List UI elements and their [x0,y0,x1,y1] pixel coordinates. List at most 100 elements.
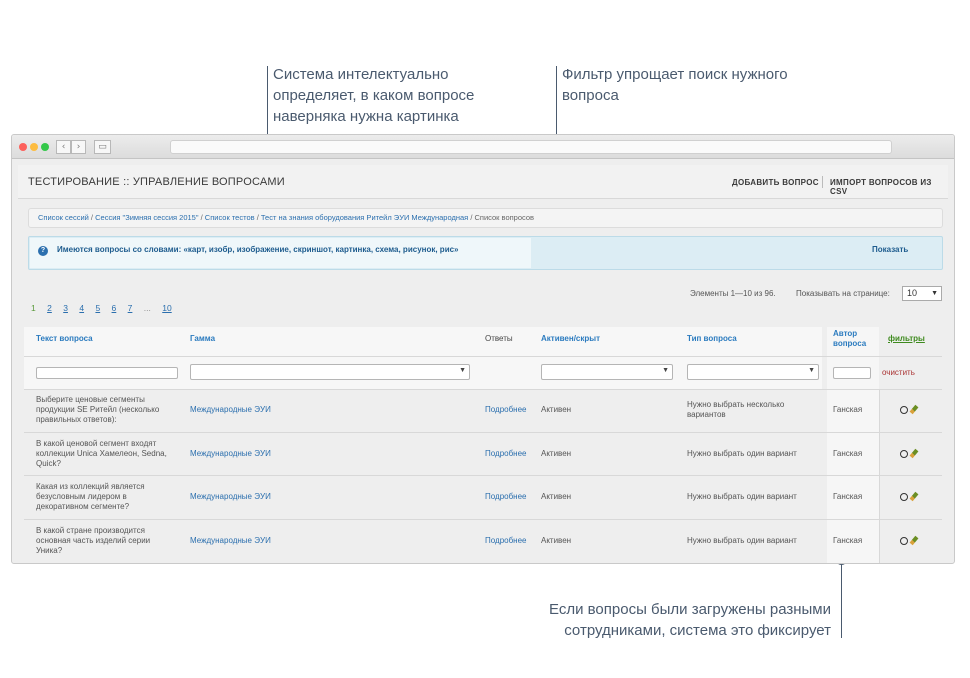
callout-smart-detection: Система интелектуально определяет, в как… [273,66,475,125]
row-actions [900,448,919,460]
sidebar-icon[interactable]: ▭ [94,140,111,154]
breadcrumb-test[interactable]: Тест на знания оборудования Ритейл ЭУИ М… [261,213,468,222]
address-bar[interactable] [170,140,892,154]
alert-text: Имеются вопросы со словами: «карт, изобр… [57,245,459,254]
callout-filter: Фильтр упрощает поиск нужного вопроса [562,66,788,104]
page-link[interactable]: 10 [162,303,171,313]
app-header: ТЕСТИРОВАНИЕ :: УПРАВЛЕНИЕ ВОПРОСАМИ ДОБ… [18,165,948,199]
page-current: 1 [31,303,36,313]
edit-icon[interactable] [909,448,919,459]
author-name: Ганская [833,405,863,414]
active-filter-select[interactable]: ▼ [541,364,673,380]
callout-authors-line [841,560,842,638]
close-window-icon[interactable] [19,143,27,151]
filters-link[interactable]: фильтры [888,334,925,343]
gamma-link[interactable]: Международные ЭУИ [190,449,271,459]
question-type: Нужно выбрать один вариант [687,449,797,458]
question-text: Какая из коллекций является безусловным … [36,482,145,511]
gamma-link[interactable]: Международные ЭУИ [190,492,271,502]
search-icon[interactable] [900,406,908,414]
minimize-window-icon[interactable] [30,143,38,151]
row-divider [24,475,942,476]
author-highlight [827,327,879,563]
elements-count: Элементы 1—10 из 96. [690,289,776,298]
author-column-divider [879,389,880,563]
forward-arrow-icon[interactable]: › [71,140,86,154]
gamma-filter-select[interactable]: ▼ [190,364,470,380]
pagination: 1 2 3 4 5 6 7 ... 10 [31,303,181,313]
chevron-down-icon: ▼ [931,290,938,297]
maximize-window-icon[interactable] [41,143,49,151]
search-icon[interactable] [900,450,908,458]
page-link[interactable]: 5 [95,303,100,313]
question-text: В какой ценовой сегмент входят коллекции… [36,439,167,468]
row-actions [900,404,919,416]
header-divider [822,176,823,188]
question-text: Выберите ценовые сегменты продукции SE Р… [36,395,160,424]
author-name: Ганская [833,536,863,545]
per-page-label: Показывать на странице: [796,289,890,298]
page-link[interactable]: 6 [112,303,117,313]
gamma-link[interactable]: Международные ЭУИ [190,536,271,546]
page-link[interactable]: 3 [63,303,68,313]
show-button[interactable]: Показать [872,245,908,254]
page-title: ТЕСТИРОВАНИЕ :: УПРАВЛЕНИЕ ВОПРОСАМИ [28,176,285,188]
page-link[interactable]: 7 [128,303,133,313]
column-header-gamma[interactable]: Гамма [190,334,215,343]
column-header-text[interactable]: Текст вопроса [36,334,93,343]
gamma-link[interactable]: Международные ЭУИ [190,405,271,415]
column-header-answers: Ответы [485,334,513,343]
browser-titlebar: ‹ › ▭ [12,135,954,159]
text-filter-input[interactable] [36,367,178,379]
question-type: Нужно выбрать один вариант [687,536,797,545]
answers-details-link[interactable]: Подробнее [485,405,527,415]
breadcrumb-tests[interactable]: Список тестов [205,213,255,222]
author-filter-input[interactable] [833,367,871,379]
breadcrumb: Список сессий / Сессия "Зимняя сессия 20… [28,208,943,228]
answers-details-link[interactable]: Подробнее [485,449,527,459]
row-divider [24,432,942,433]
author-name: Ганская [833,492,863,501]
answers-details-link[interactable]: Подробнее [485,492,527,502]
keyword-alert: ? Имеются вопросы со словами: «карт, изо… [28,236,943,270]
import-csv-button[interactable]: ИМПОРТ ВОПРОСОВ ИЗ CSV [830,178,948,196]
edit-icon[interactable] [909,404,919,415]
column-header-type[interactable]: Тип вопроса [687,334,737,343]
add-question-button[interactable]: ДОБАВИТЬ ВОПРОС [732,178,819,187]
chevron-down-icon: ▼ [808,367,815,374]
filter-divider-line [24,389,942,390]
active-status: Активен [541,449,572,458]
row-divider [24,519,942,520]
clear-filters-link[interactable]: очистить [882,368,915,377]
chevron-down-icon: ▼ [459,367,466,374]
row-actions [900,491,919,503]
per-page-value: 10 [907,288,918,298]
question-type: Нужно выбрать один вариант [687,492,797,501]
answers-details-link[interactable]: Подробнее [485,536,527,546]
page-link[interactable]: 2 [47,303,52,313]
column-header-active[interactable]: Активен/скрыт [541,334,600,343]
active-status: Активен [541,536,572,545]
search-icon[interactable] [900,493,908,501]
per-page-select[interactable]: 10 ▼ [902,286,942,301]
breadcrumb-sessions[interactable]: Список сессий [38,213,89,222]
header-divider-line [24,356,942,357]
breadcrumb-session[interactable]: Сессия "Зимняя сессия 2015" [95,213,198,222]
edit-icon[interactable] [909,535,919,546]
type-filter-select[interactable]: ▼ [687,364,819,380]
chevron-down-icon: ▼ [662,367,669,374]
active-status: Активен [541,492,572,501]
question-type: Нужно выбрать несколько вариантов [687,400,785,419]
column-header-author[interactable]: Автор вопроса [833,329,877,349]
page-ellipsis: ... [143,303,151,313]
info-icon: ? [38,246,48,256]
search-icon[interactable] [900,537,908,545]
active-status: Активен [541,405,572,414]
page-link[interactable]: 4 [79,303,84,313]
edit-icon[interactable] [909,491,919,502]
back-arrow-icon[interactable]: ‹ [56,140,71,154]
author-name: Ганская [833,449,863,458]
row-actions [900,535,919,547]
browser-window: ‹ › ▭ ТЕСТИРОВАНИЕ :: УПРАВЛЕНИЕ ВОПРОСА… [11,134,955,564]
question-text: В какой стране производится основная час… [36,526,151,555]
